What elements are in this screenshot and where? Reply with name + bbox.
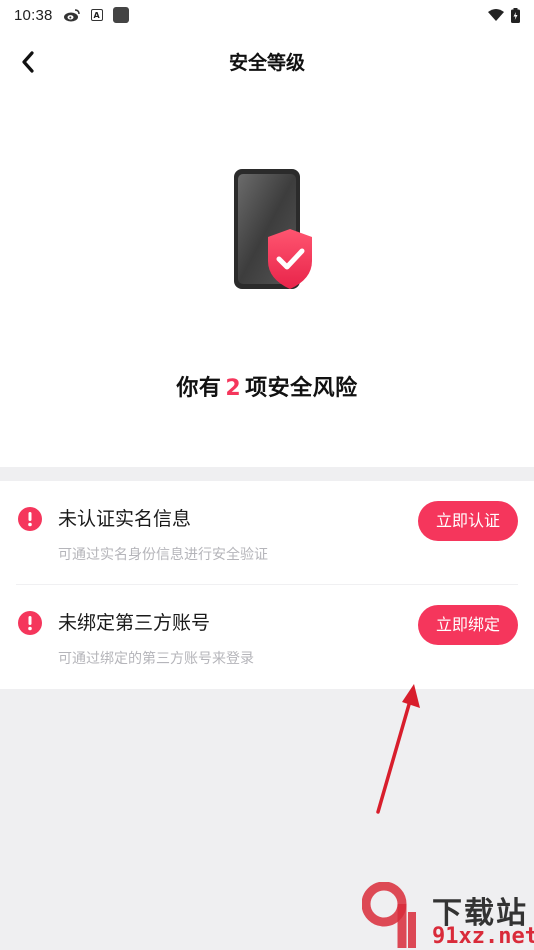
watermark: 下载站 91xz.net xyxy=(362,882,534,950)
status-left: 10:38 A xyxy=(14,7,129,24)
bind-now-button[interactable]: 立即绑定 xyxy=(418,605,518,645)
alert-circle-icon xyxy=(18,611,42,635)
page-title: 安全等级 xyxy=(228,52,305,74)
risk-list: 未认证实名信息 可通过实名身份信息进行安全验证 立即认证 未绑定第三方账号 可通… xyxy=(0,481,534,689)
weibo-icon xyxy=(63,8,81,22)
risk-summary-prefix: 你有 xyxy=(176,376,222,401)
status-time: 10:38 xyxy=(14,6,53,24)
security-summary-panel: 安全等级 你有 2 项安全风险 xyxy=(0,30,534,467)
a-app-icon: A xyxy=(90,9,103,21)
square-app-icon xyxy=(112,7,129,23)
verify-now-button[interactable]: 立即认证 xyxy=(418,501,518,541)
item-title: 未绑定第三方账号 xyxy=(58,612,211,634)
list-item-third-party: 未绑定第三方账号 可通过绑定的第三方账号来登录 立即绑定 xyxy=(0,585,534,689)
item-description: 可通过实名身份信息进行安全验证 xyxy=(58,547,268,563)
item-title: 未认证实名信息 xyxy=(58,508,192,530)
status-right xyxy=(487,7,520,23)
item-description: 可通过绑定的第三方账号来登录 xyxy=(58,651,254,667)
phone-shield-check-icon xyxy=(228,165,328,295)
annotation-arrow-icon xyxy=(376,684,420,814)
risk-summary-suffix: 项安全风险 xyxy=(245,376,358,401)
watermark-logo-icon xyxy=(362,882,416,948)
nav-bar: 安全等级 xyxy=(0,30,534,92)
list-item-realname: 未认证实名信息 可通过实名身份信息进行安全验证 立即认证 xyxy=(0,481,534,585)
battery-icon xyxy=(511,7,520,23)
risk-summary: 你有 2 项安全风险 xyxy=(0,370,534,402)
watermark-bottom: 91xz.net xyxy=(432,924,534,949)
status-bar: 10:38 A xyxy=(0,0,534,30)
alert-circle-icon xyxy=(18,507,42,531)
risk-count: 2 xyxy=(225,376,242,401)
wifi-icon xyxy=(487,8,505,22)
